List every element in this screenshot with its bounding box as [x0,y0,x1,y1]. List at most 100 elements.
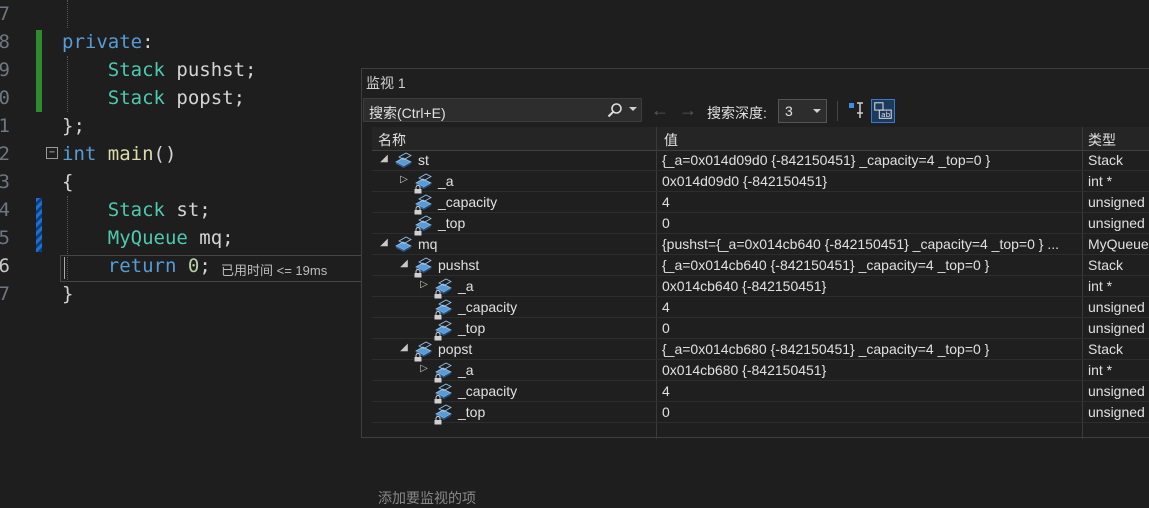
line-number: 4 [0,199,10,221]
tree-expanded-icon[interactable]: ◢ [398,342,410,354]
member-field-icon [414,193,434,215]
line-number: 2 [0,143,10,165]
line-number: 1 [0,115,10,137]
grid-header: 名称 值 类型 [372,127,1149,151]
local-variable-icon [394,151,414,169]
watch-type: Stack [1088,152,1124,168]
watch-type: Stack [1088,341,1124,357]
tree-expanded-icon[interactable]: ◢ [378,153,390,165]
watch-value[interactable]: {_a=0x014d09d0 {-842150451} _capacity=4 … [662,152,1080,168]
watch-row[interactable]: _capacity 4 unsigned [372,192,1149,215]
watch-value[interactable]: 0 [662,404,1080,420]
tree-expanded-icon[interactable]: ◢ [378,237,390,249]
code-line: }; [62,115,85,137]
hex-display-icon[interactable]: ab [871,99,895,123]
search-icon[interactable] [607,102,623,118]
watch-name: _capacity [458,299,518,315]
watch-row[interactable]: ▷ _a 0x014cb640 {-842150451} int * [372,276,1149,299]
watch-value[interactable]: 0 [662,215,1080,231]
column-value-header[interactable]: 值 [664,130,678,150]
watch-value[interactable]: 4 [662,299,1080,315]
watch-name: mq [418,236,438,252]
watch-type: unsigned [1088,299,1145,315]
change-marker-saved [36,30,42,112]
watch-type: unsigned [1088,194,1145,210]
watch-row[interactable]: _top 0 unsigned [372,402,1149,425]
watch-row[interactable]: _top 0 unsigned [372,213,1149,236]
code-line: int main() [62,143,177,165]
watch-name: _top [458,320,486,336]
watch-row[interactable]: ◢ popst {_a=0x014cb680 {-842150451} _capac… [372,339,1149,362]
watch-name: _capacity [458,383,518,399]
arrow-right-icon[interactable]: → [679,100,697,120]
member-field-icon [414,214,434,236]
watch-type: unsigned [1088,383,1145,399]
watch-value[interactable]: 0x014d09d0 {-842150451} [662,173,1080,189]
watch-row[interactable]: ◢ st {_a=0x014d09d0 {-842150451} _capacity… [372,150,1149,171]
watch-title: 监视 1 [366,75,406,91]
search-depth-dropdown[interactable]: 3 [778,99,827,123]
indent-guide [67,0,68,28]
watch-row[interactable]: _capacity 4 unsigned [372,297,1149,320]
watch-name: _a [438,173,454,189]
watch-value[interactable]: 4 [662,194,1080,210]
fold-toggle-icon[interactable]: − [46,147,58,159]
watch-name: _capacity [438,194,498,210]
member-field-icon [434,403,454,425]
watch-row[interactable]: _top 0 unsigned [372,318,1149,341]
watch-name: pushst [438,257,480,273]
watch-row[interactable]: _capacity 4 unsigned [372,381,1149,404]
perf-tip[interactable]: 已用时间 <= 19ms [221,260,327,279]
watch-row[interactable]: ◢ mq {pushst={_a=0x014cb640 {-842150451} _… [372,234,1149,255]
member-field-icon [414,172,434,194]
watch-type: Stack [1088,257,1124,273]
watch-value[interactable]: {_a=0x014cb640 {-842150451} _capacity=4 … [662,257,1080,273]
arrow-left-icon[interactable]: ← [651,100,669,120]
watch-value[interactable]: 0x014cb680 {-842150451} [662,362,1080,378]
watch-value[interactable]: 0 [662,320,1080,336]
line-number: 7 [0,283,10,305]
svg-text:ab: ab [881,110,890,119]
watch-type: unsigned [1088,215,1145,231]
watch-value[interactable]: {_a=0x014cb680 {-842150451} _capacity=4 … [662,341,1080,357]
watch-type: int * [1088,173,1113,189]
code-line: { [62,171,74,193]
watch-name: _top [438,215,466,231]
watch-name: st [418,152,429,168]
add-watch-item[interactable]: 添加要监视的项 [378,488,476,508]
member-field-icon [414,340,434,362]
code-line: private: [62,31,154,53]
tree-expanded-icon[interactable]: ◢ [398,258,410,270]
watch-value[interactable]: {pushst={_a=0x014cb640 {-842150451} _cap… [662,236,1080,252]
line-number: 3 [0,171,10,193]
watch-row[interactable]: ▷ _a 0x014cb680 {-842150451} int * [372,360,1149,383]
watch-window[interactable]: 监视 1 搜索(Ctrl+E) ← → 搜索深度: 3 ab 名称 值 类型 ◢… [361,68,1149,506]
tree-collapsed-icon[interactable]: ▷ [418,279,430,291]
watch-name: _top [458,404,486,420]
column-type-header[interactable]: 类型 [1088,130,1116,150]
watch-value[interactable]: 0x014cb640 {-842150451} [662,278,1080,294]
search-placeholder: 搜索(Ctrl+E) [369,105,446,121]
member-field-icon [414,256,434,278]
watch-row[interactable]: ▷ _a 0x014d09d0 {-842150451} int * [372,171,1149,194]
tree-collapsed-icon[interactable]: ▷ [418,363,430,375]
watch-type: unsigned [1088,404,1145,420]
watch-name: _a [458,362,474,378]
watch-value[interactable]: 4 [662,383,1080,399]
watch-type: int * [1088,362,1113,378]
chevron-down-icon[interactable] [629,107,637,111]
member-field-icon [434,382,454,404]
pin-icon[interactable] [846,99,868,121]
line-number: 9 [0,59,10,81]
tree-collapsed-icon[interactable]: ▷ [398,174,410,186]
member-field-icon [434,298,454,320]
text-cursor [64,257,65,279]
watch-type: int * [1088,278,1113,294]
watch-type: MyQueue [1088,236,1149,252]
toolbar-separator [837,101,838,121]
code-line: Stack st; [107,199,211,221]
column-name-header[interactable]: 名称 [378,130,406,150]
search-depth-value: 3 [785,103,793,119]
watch-row[interactable]: ◢ pushst {_a=0x014cb640 {-842150451} _capa… [372,255,1149,278]
search-input[interactable]: 搜索(Ctrl+E) [363,98,642,122]
